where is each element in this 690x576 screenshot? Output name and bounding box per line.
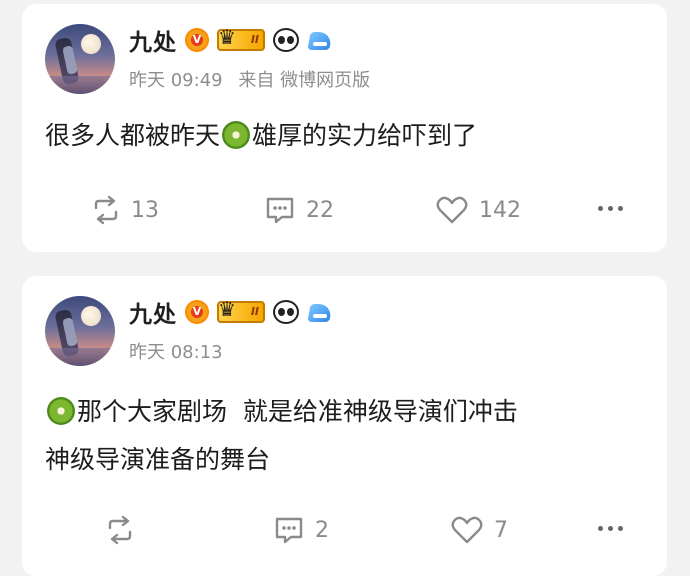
- post-meta: 昨天 09:49 来自 微博网页版: [129, 66, 380, 92]
- comment-button[interactable]: 2: [273, 508, 329, 552]
- shark-badge-icon[interactable]: [307, 300, 335, 324]
- comment-button[interactable]: 22: [264, 188, 334, 232]
- repost-button[interactable]: [105, 508, 135, 552]
- like-count: 142: [479, 197, 521, 223]
- post-text: 很多人都被昨天 雄厚的实力给吓到了: [45, 121, 478, 150]
- post-source[interactable]: 来自 微博网页版: [238, 70, 370, 91]
- post-card[interactable]: 九处 V ♛ II 昨天 08:13 那个大家剧场 就是给准神级导演们冲击 神级…: [22, 276, 667, 576]
- comment-count: 22: [306, 197, 334, 223]
- heart-icon: [436, 196, 468, 224]
- heart-icon: [451, 516, 483, 544]
- more-dots-icon[interactable]: [598, 526, 623, 531]
- post-time: 昨天 08:13: [129, 342, 223, 363]
- post-actions: 2 7: [22, 508, 667, 552]
- comment-icon: [266, 197, 294, 224]
- post-header: 九处 V ♛ II: [129, 296, 335, 328]
- avatar[interactable]: [45, 296, 115, 366]
- post-card[interactable]: 九处 V ♛ II 昨天 09:49 来自 微博网页版 很多人都被昨天 雄厚的实力…: [22, 4, 667, 252]
- panda-badge-icon[interactable]: [273, 300, 299, 324]
- avatar[interactable]: [45, 24, 115, 94]
- avatar-sea: [45, 348, 115, 366]
- post-actions: 13 22 142: [22, 188, 667, 232]
- like-button[interactable]: 142: [435, 188, 521, 232]
- like-button[interactable]: 7: [450, 508, 508, 552]
- comment-icon: [275, 517, 303, 544]
- more-dots-icon[interactable]: [598, 206, 623, 211]
- avatar-sea: [45, 76, 115, 94]
- avatar-moon: [81, 306, 101, 326]
- crown-icon: ♛: [218, 297, 236, 321]
- post-header: 九处 V ♛ II: [129, 24, 335, 56]
- repost-icon: [94, 195, 118, 225]
- repost-button[interactable]: 13: [91, 188, 159, 232]
- panda-badge-icon[interactable]: [273, 28, 299, 52]
- shark-badge-icon[interactable]: [307, 28, 335, 52]
- post-meta: 昨天 08:13: [129, 338, 233, 364]
- crown-icon: ♛: [218, 25, 236, 49]
- verified-badge-icon[interactable]: V: [185, 300, 209, 324]
- repost-icon: [108, 515, 132, 545]
- author-name[interactable]: 九处: [129, 295, 177, 329]
- like-count: 7: [494, 517, 508, 543]
- comment-count: 2: [315, 517, 329, 543]
- verified-badge-icon[interactable]: V: [185, 28, 209, 52]
- kiwi-emoji-icon: [47, 397, 75, 425]
- member-level-badge-icon[interactable]: ♛ II: [217, 297, 265, 323]
- post-text: 那个大家剧场 就是给准神级导演们冲击 神级导演准备的舞台: [45, 397, 518, 474]
- author-name[interactable]: 九处: [129, 23, 177, 57]
- kiwi-emoji-icon: [222, 121, 251, 149]
- post-time: 昨天 09:49: [129, 70, 223, 91]
- avatar-moon: [81, 34, 101, 54]
- repost-count: 13: [131, 197, 159, 223]
- member-level-badge-icon[interactable]: ♛ II: [217, 25, 265, 51]
